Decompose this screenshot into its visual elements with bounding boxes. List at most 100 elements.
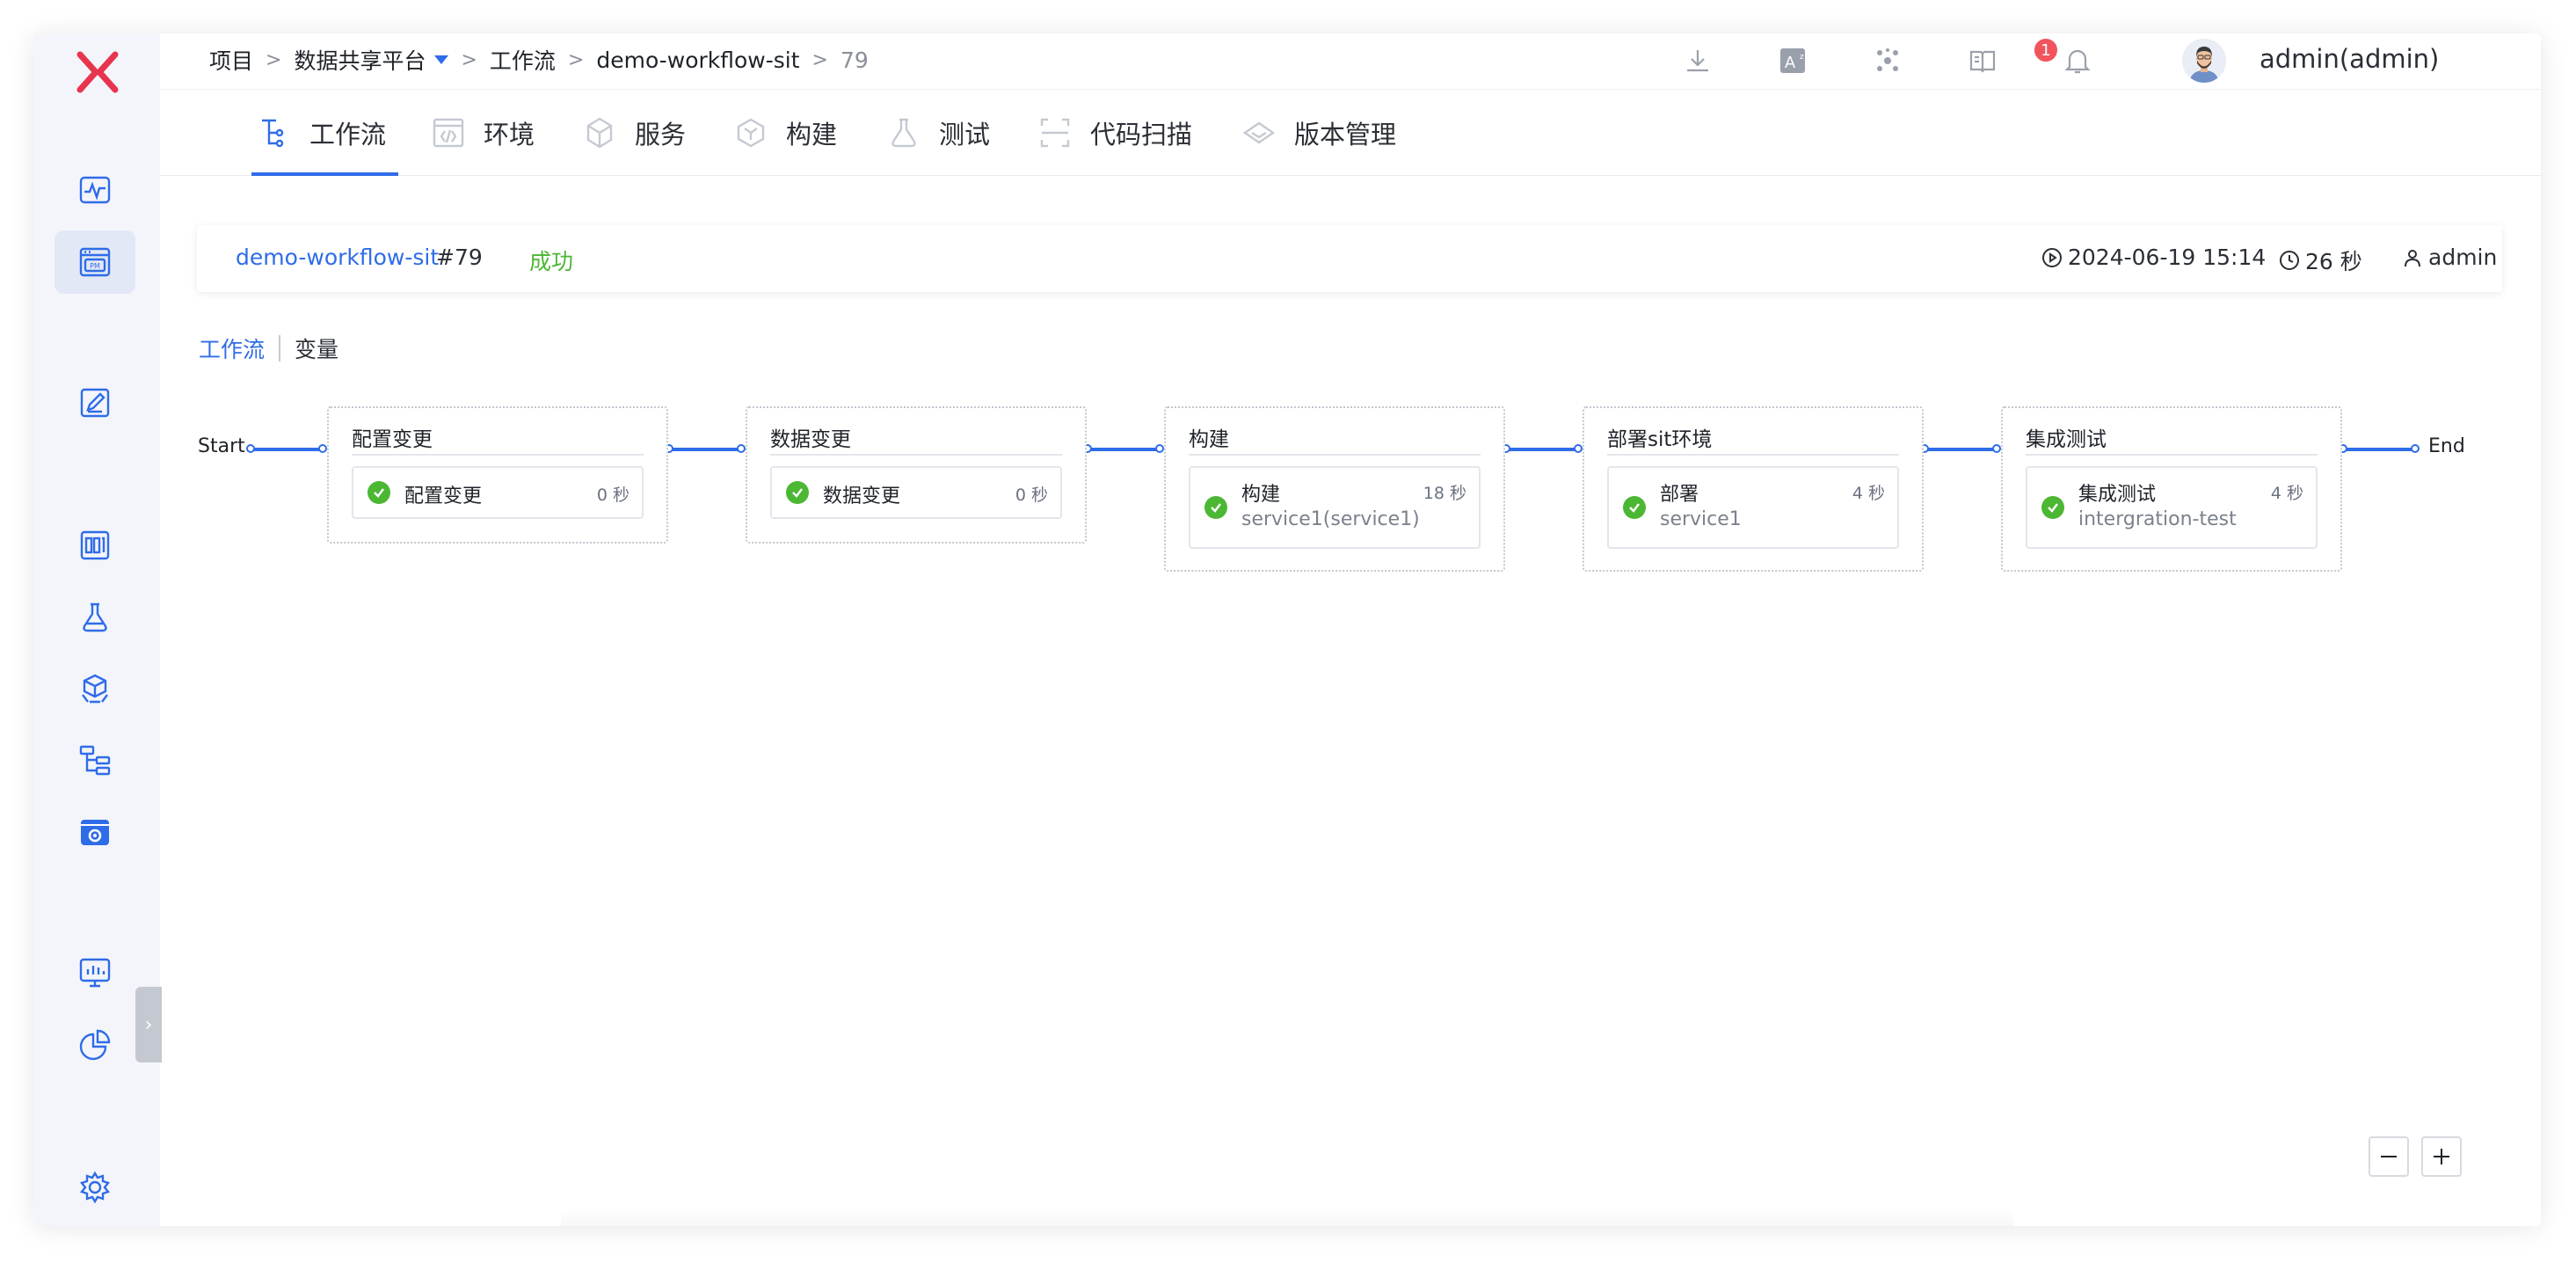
subtab-workflow[interactable]: 工作流 xyxy=(199,332,265,364)
job-card[interactable]: 数据变更 0 秒 xyxy=(770,466,1062,519)
breadcrumb-workflow-name[interactable]: demo-workflow-sit xyxy=(596,47,799,73)
tab-test[interactable]: 测试 xyxy=(886,90,990,176)
breadcrumb: 项目 > 数据共享平台 > 工作流 > demo-workflow-sit > … xyxy=(209,44,869,76)
pipeline-stage[interactable]: 配置变更 配置变更 0 秒 xyxy=(327,406,668,544)
docs-icon[interactable] xyxy=(1966,44,1999,77)
success-check-icon xyxy=(1204,496,1227,519)
pipeline-edge xyxy=(250,448,324,451)
creator-value: admin xyxy=(2428,245,2498,270)
breadcrumb-project[interactable]: 项目 xyxy=(209,44,253,76)
logo-icon[interactable] xyxy=(75,49,120,95)
tab-code-scan[interactable]: 代码扫描 xyxy=(1037,90,1192,176)
zoom-in-button[interactable] xyxy=(2421,1136,2462,1177)
bottom-shadow xyxy=(561,1208,2013,1226)
job-card[interactable]: 集成测试 4 秒 intergration-test xyxy=(2026,466,2318,549)
edge-handle xyxy=(2411,444,2420,453)
avatar[interactable] xyxy=(2182,39,2226,83)
tab-label: 版本管理 xyxy=(1294,120,1397,150)
job-name: 构建 xyxy=(1241,484,1281,506)
stage-title: 部署sit环境 xyxy=(1607,428,1713,451)
package-icon[interactable] xyxy=(55,658,135,721)
gear-icon[interactable] xyxy=(55,1156,135,1219)
settings-box-icon[interactable] xyxy=(55,800,135,864)
top-bar: 项目 > 数据共享平台 > 工作流 > demo-workflow-sit > … xyxy=(160,33,2541,90)
status-badge: 成功 xyxy=(529,249,574,274)
svg-text:PM: PM xyxy=(90,262,100,270)
job-name: 集成测试 xyxy=(2078,484,2157,506)
stage-divider xyxy=(1189,454,1481,456)
build-icon xyxy=(737,118,765,148)
flask-icon[interactable] xyxy=(55,586,135,649)
play-circle-icon xyxy=(2042,247,2062,267)
service-icon xyxy=(586,117,613,149)
job-card[interactable]: 部署 4 秒 service1 xyxy=(1607,466,1899,549)
pipeline-edge xyxy=(1924,448,1997,451)
dashboard-icon[interactable] xyxy=(55,941,135,1004)
test-icon xyxy=(891,118,916,148)
tab-label: 测试 xyxy=(939,120,991,150)
download-icon[interactable] xyxy=(1681,44,1714,77)
stage-divider xyxy=(770,454,1062,456)
pipeline-stage[interactable]: 部署sit环境 部署 4 秒 service1 xyxy=(1583,406,1924,572)
tab-label: 服务 xyxy=(635,120,687,150)
success-check-icon xyxy=(786,481,809,504)
workflow-name-link[interactable]: demo-workflow-sit xyxy=(236,245,439,270)
job-card[interactable]: 构建 18 秒 service1(service1) xyxy=(1189,466,1481,549)
stage-title: 构建 xyxy=(1189,428,1229,451)
job-duration: 4 秒 xyxy=(2270,484,2303,503)
tab-build[interactable]: 构建 xyxy=(733,90,837,176)
tab-service[interactable]: 服务 xyxy=(582,90,686,176)
stage-title: 数据变更 xyxy=(770,428,851,451)
pipeline-stage[interactable]: 数据变更 数据变更 0 秒 xyxy=(746,406,1087,544)
job-duration: 0 秒 xyxy=(596,485,629,505)
pipeline-stage[interactable]: 集成测试 集成测试 4 秒 intergration-test xyxy=(2001,406,2342,572)
tab-workflow[interactable]: 工作流 xyxy=(251,90,399,176)
job-duration: 0 秒 xyxy=(1015,485,1048,505)
report-icon[interactable] xyxy=(55,514,135,577)
tab-environment[interactable]: 环境 xyxy=(431,90,535,176)
svg-text:z: z xyxy=(1800,53,1804,62)
job-name: 配置变更 xyxy=(404,485,483,507)
pipeline-stage[interactable]: 构建 构建 18 秒 service1(service1) xyxy=(1164,406,1505,572)
success-check-icon xyxy=(2041,496,2064,519)
stage-divider xyxy=(352,454,644,456)
pipeline-edge xyxy=(2342,448,2416,451)
creator: admin xyxy=(2402,245,2497,270)
edge-handle xyxy=(1992,444,2001,453)
edge-handle xyxy=(737,444,746,453)
caret-down-icon[interactable] xyxy=(434,55,449,64)
edit-icon[interactable] xyxy=(55,371,135,434)
tab-version[interactable]: 版本管理 xyxy=(1241,90,1396,176)
tab-label: 构建 xyxy=(786,120,838,150)
workflow-icon xyxy=(262,119,284,148)
breadcrumb-separator: > xyxy=(461,48,477,71)
sidebar-collapse-handle[interactable]: › xyxy=(135,987,162,1062)
project-icon[interactable]: PM xyxy=(55,230,135,294)
tab-label: 工作流 xyxy=(309,120,387,150)
success-check-icon xyxy=(1623,496,1646,519)
breadcrumb-workflow[interactable]: 工作流 xyxy=(490,44,556,76)
breadcrumb-platform[interactable]: 数据共享平台 xyxy=(294,44,426,76)
subtab-variables[interactable]: 变量 xyxy=(295,332,338,364)
scan-icon xyxy=(1040,118,1070,148)
zoom-out-button[interactable] xyxy=(2369,1136,2409,1177)
pie-chart-icon[interactable] xyxy=(55,1013,135,1077)
breadcrumb-separator: > xyxy=(567,48,585,71)
monitor-icon[interactable] xyxy=(55,158,135,222)
user-icon xyxy=(2405,249,2420,266)
run-number: #79 xyxy=(436,245,483,270)
breadcrumb-run-number: 79 xyxy=(840,47,869,73)
app-window: PM › 项目 > 数据共享平台 > 工作流 > demo-workflow-s… xyxy=(33,33,2541,1226)
zoom-in-icon xyxy=(2434,1149,2449,1164)
tree-icon[interactable] xyxy=(55,728,135,792)
notification-badge: 1 xyxy=(2033,37,2059,63)
job-service: intergration-test xyxy=(2078,508,2237,530)
translate-icon[interactable]: Az xyxy=(1776,44,1809,77)
pipeline-edge xyxy=(668,448,742,451)
job-card[interactable]: 配置变更 0 秒 xyxy=(352,466,644,519)
network-icon[interactable] xyxy=(1871,44,1904,77)
success-check-icon xyxy=(367,481,390,504)
username[interactable]: admin(admin) xyxy=(2259,44,2439,74)
bell-icon[interactable] xyxy=(2061,44,2094,77)
pipeline-edge xyxy=(1505,448,1579,451)
